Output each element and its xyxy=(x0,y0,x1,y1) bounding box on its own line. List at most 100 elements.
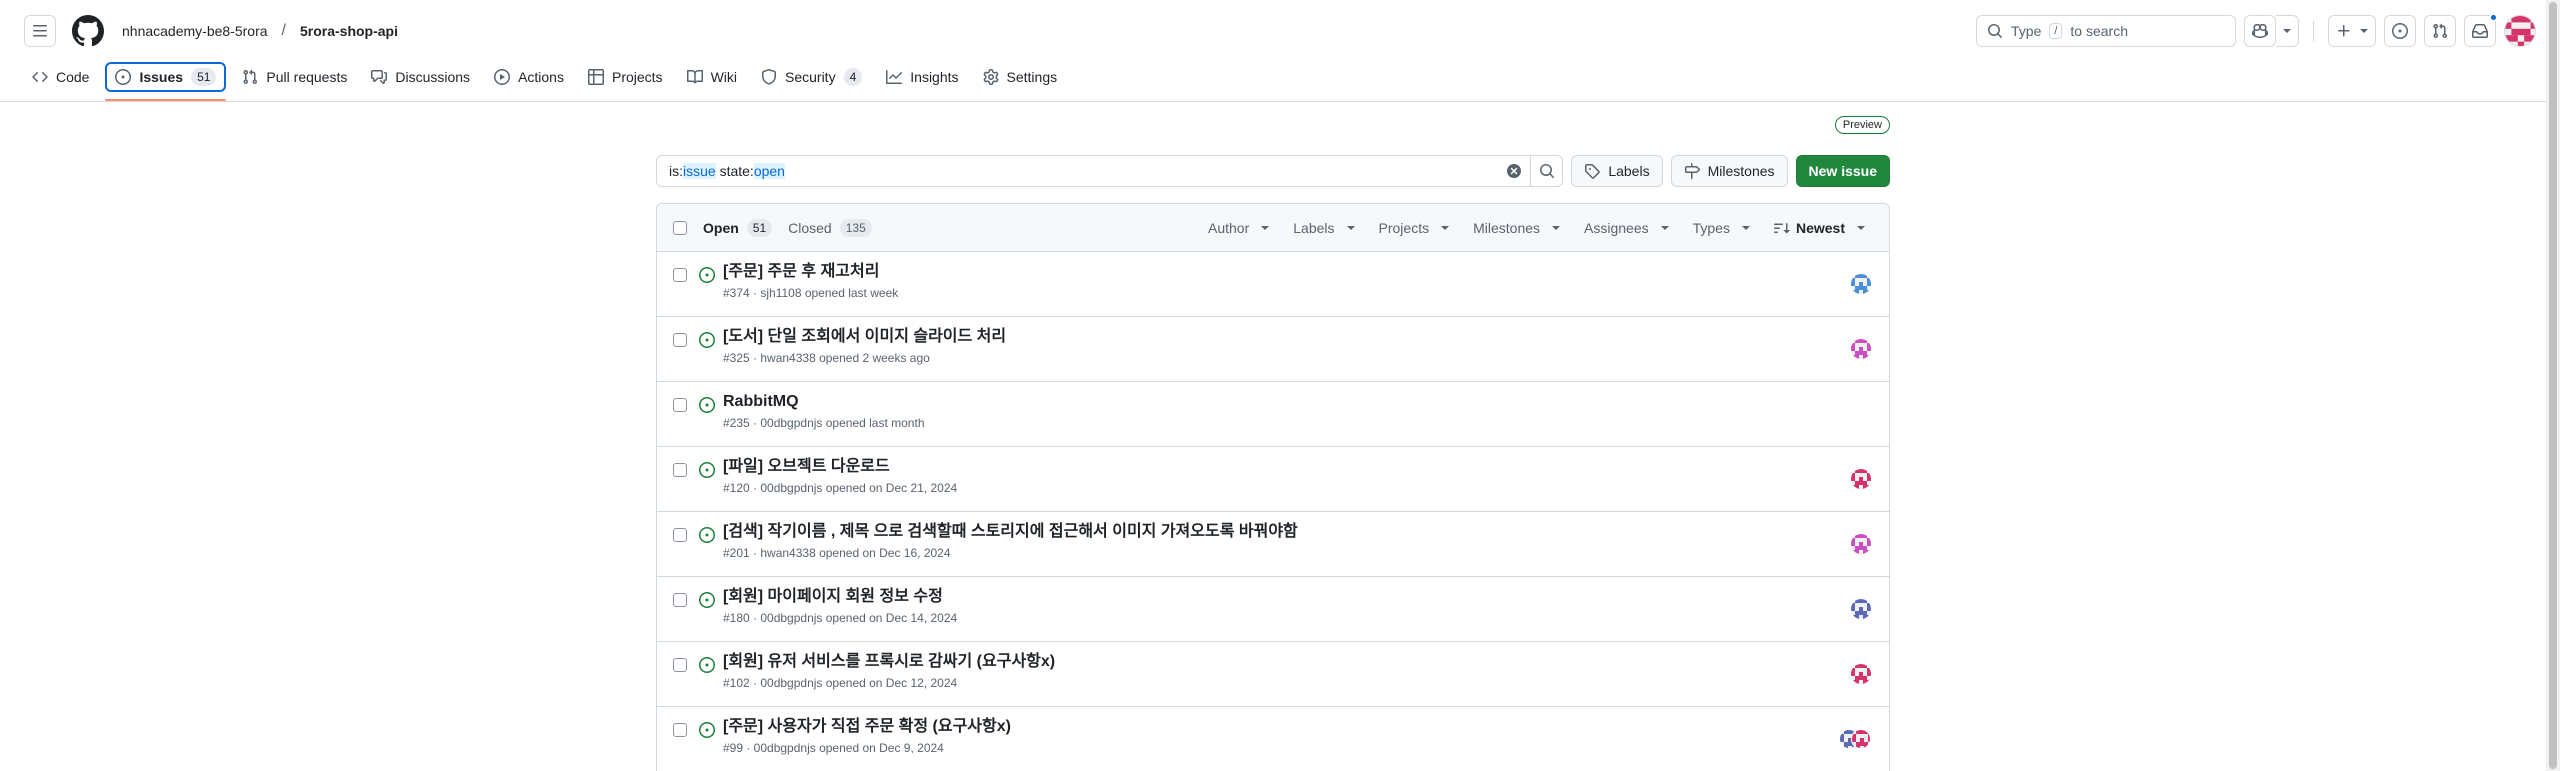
issue-checkbox[interactable] xyxy=(673,268,687,282)
assignee-avatar[interactable] xyxy=(1851,599,1871,619)
your-issues-button[interactable] xyxy=(2384,15,2416,47)
labels-filter[interactable]: Labels xyxy=(1285,220,1362,236)
issue-row[interactable]: [회원] 유저 서비스를 프록시로 감싸기 (요구사항x) #102 · 00db… xyxy=(657,642,1889,707)
issue-opened-icon xyxy=(699,462,715,478)
types-filter[interactable]: Types xyxy=(1685,220,1758,236)
filter-label: Assignees xyxy=(1584,219,1649,236)
copilot-button[interactable] xyxy=(2244,15,2276,47)
global-header: nhnacademy-be8-5rora / 5rora-shop-api Ty… xyxy=(0,0,2560,62)
select-all-checkbox[interactable] xyxy=(673,220,687,235)
copilot-dropdown-button[interactable] xyxy=(2276,15,2299,47)
tab-counter: 51 xyxy=(191,68,217,86)
open-label: Open xyxy=(703,219,739,236)
filter-label: Types xyxy=(1692,219,1730,236)
tab-issues[interactable]: Issues 51 xyxy=(105,62,227,101)
search-icon xyxy=(1988,24,2003,39)
issue-avatars[interactable] xyxy=(1839,729,1871,749)
global-search-input[interactable]: Type / to search xyxy=(1976,15,2236,47)
triangle-down-icon xyxy=(1346,225,1355,230)
tab-settings[interactable]: Settings xyxy=(975,62,1066,92)
your-pull-requests-button[interactable] xyxy=(2424,15,2456,47)
issue-checkbox[interactable] xyxy=(673,593,687,607)
issue-checkbox[interactable] xyxy=(673,658,687,672)
filter-label: Projects xyxy=(1378,219,1430,236)
issue-meta: #120 · 00dbgpdnjs opened on Dec 21, 2024 xyxy=(723,481,958,495)
issue-checkbox[interactable] xyxy=(673,528,687,542)
projects-filter[interactable]: Projects xyxy=(1371,220,1458,236)
notification-indicator xyxy=(2489,13,2498,22)
issue-checkbox[interactable] xyxy=(673,333,687,347)
tab-pull-requests[interactable]: Pull requests xyxy=(234,62,355,92)
author-filter[interactable]: Author xyxy=(1200,220,1277,236)
issue-meta: #180 · 00dbgpdnjs opened on Dec 14, 2024 xyxy=(723,611,958,625)
assignee-avatar[interactable] xyxy=(1851,664,1871,684)
create-new-button[interactable] xyxy=(2328,15,2376,47)
assignee-avatar[interactable] xyxy=(1851,274,1871,294)
closed-issues-toggle[interactable]: Closed 135 xyxy=(788,218,872,237)
issue-title-link[interactable]: [회원] 마이페이지 회원 정보 수정 xyxy=(723,587,957,607)
header-divider xyxy=(2313,21,2314,41)
issue-filter-input[interactable]: is:issue state:open xyxy=(656,155,1564,187)
open-issues-toggle[interactable]: Open 51 xyxy=(703,218,773,237)
milestones-button[interactable]: Milestones xyxy=(1670,155,1788,187)
user-avatar[interactable] xyxy=(2504,15,2536,47)
issue-meta: #374 · sjh1108 opened last week xyxy=(723,286,899,300)
issue-title-link[interactable]: [회원] 유저 서비스를 프록시로 감싸기 (요구사항x) xyxy=(723,652,1055,672)
notifications-button[interactable] xyxy=(2464,13,2498,47)
milestone-icon xyxy=(1684,163,1700,179)
issue-row[interactable]: [파일] 오브젝트 다운로드 #120 · 00dbgpdnjs opened o… xyxy=(657,447,1889,512)
issue-title-link[interactable]: [주문] 사용자가 직접 주문 확정 (요구사항x) xyxy=(723,717,1011,737)
clear-filter-button[interactable] xyxy=(1498,156,1530,186)
scrollbar-thumb[interactable] xyxy=(2549,2,2557,769)
issue-row[interactable]: [도서] 단일 조회에서 이미지 슬라이드 처리 #325 · hwan4338 … xyxy=(657,317,1889,382)
book-icon xyxy=(686,69,703,84)
play-icon xyxy=(494,69,511,85)
issue-meta: #201 · hwan4338 opened on Dec 16, 2024 xyxy=(723,546,951,560)
issue-title-link[interactable]: [주문] 주문 후 재고처리 xyxy=(723,262,898,282)
tab-insights[interactable]: Insights xyxy=(878,62,966,92)
milestones-filter[interactable]: Milestones xyxy=(1465,220,1568,236)
assignees-filter[interactable]: Assignees xyxy=(1576,220,1677,236)
assignee-avatar[interactable] xyxy=(1851,729,1871,749)
issue-row[interactable]: RabbitMQ #235 · 00dbgpdnjs opened last mo… xyxy=(657,382,1889,447)
issue-checkbox[interactable] xyxy=(673,723,687,737)
issue-row[interactable]: [주문] 사용자가 직접 주문 확정 (요구사항x) #99 · 00dbgpdn… xyxy=(657,707,1889,771)
assignee-avatar[interactable] xyxy=(1851,534,1871,554)
breadcrumb-owner[interactable]: nhnacademy-be8-5rora xyxy=(122,23,268,39)
tab-label: Pull requests xyxy=(266,69,348,85)
tag-icon xyxy=(1585,164,1601,179)
filter-search-button[interactable] xyxy=(1530,156,1562,186)
breadcrumb-repo[interactable]: 5rora-shop-api xyxy=(300,23,398,39)
labels-button[interactable]: Labels xyxy=(1571,155,1663,187)
issue-title-link[interactable]: [검색] 작기이름 , 제목 으로 검색할때 스토리지에 접근해서 이미지 가져… xyxy=(723,522,1298,542)
tab-security[interactable]: Security 4 xyxy=(753,62,870,92)
issue-opened-icon xyxy=(699,527,715,543)
issue-opened-icon xyxy=(699,657,715,673)
github-logo-icon[interactable] xyxy=(72,15,104,47)
sort-dropdown[interactable]: Newest xyxy=(1766,220,1873,236)
assignee-avatar[interactable] xyxy=(1851,469,1871,489)
issue-title-link[interactable]: [파일] 오브젝트 다운로드 xyxy=(723,457,957,477)
tab-wiki[interactable]: Wiki xyxy=(679,62,745,92)
page-scrollbar[interactable] xyxy=(2546,0,2560,771)
assignee-avatar[interactable] xyxy=(1851,339,1871,359)
tab-actions[interactable]: Actions xyxy=(486,62,572,92)
issue-row[interactable]: [회원] 마이페이지 회원 정보 수정 #180 · 00dbgpdnjs ope… xyxy=(657,577,1889,642)
filter-label: Milestones xyxy=(1473,219,1541,236)
issue-checkbox[interactable] xyxy=(673,463,687,477)
issue-row[interactable]: [검색] 작기이름 , 제목 으로 검색할때 스토리지에 접근해서 이미지 가져… xyxy=(657,512,1889,577)
tab-discussions[interactable]: Discussions xyxy=(363,62,478,92)
issue-row[interactable]: [주문] 주문 후 재고처리 #374 · sjh1108 opened last… xyxy=(657,252,1889,317)
tab-projects[interactable]: Projects xyxy=(580,62,671,92)
issue-checkbox[interactable] xyxy=(673,398,687,412)
identicon-avatar xyxy=(1852,730,1870,748)
copilot-icon xyxy=(2252,23,2268,39)
new-issue-button[interactable]: New issue xyxy=(1795,155,1890,187)
menu-button[interactable] xyxy=(24,15,56,47)
issue-meta: #325 · hwan4338 opened 2 weeks ago xyxy=(723,351,930,365)
shield-icon xyxy=(762,69,776,85)
tab-code[interactable]: Code xyxy=(24,62,97,92)
issue-title-link[interactable]: RabbitMQ xyxy=(723,392,925,412)
tab-label: Settings xyxy=(1006,69,1058,85)
issue-title-link[interactable]: [도서] 단일 조회에서 이미지 슬라이드 처리 xyxy=(723,327,1006,347)
